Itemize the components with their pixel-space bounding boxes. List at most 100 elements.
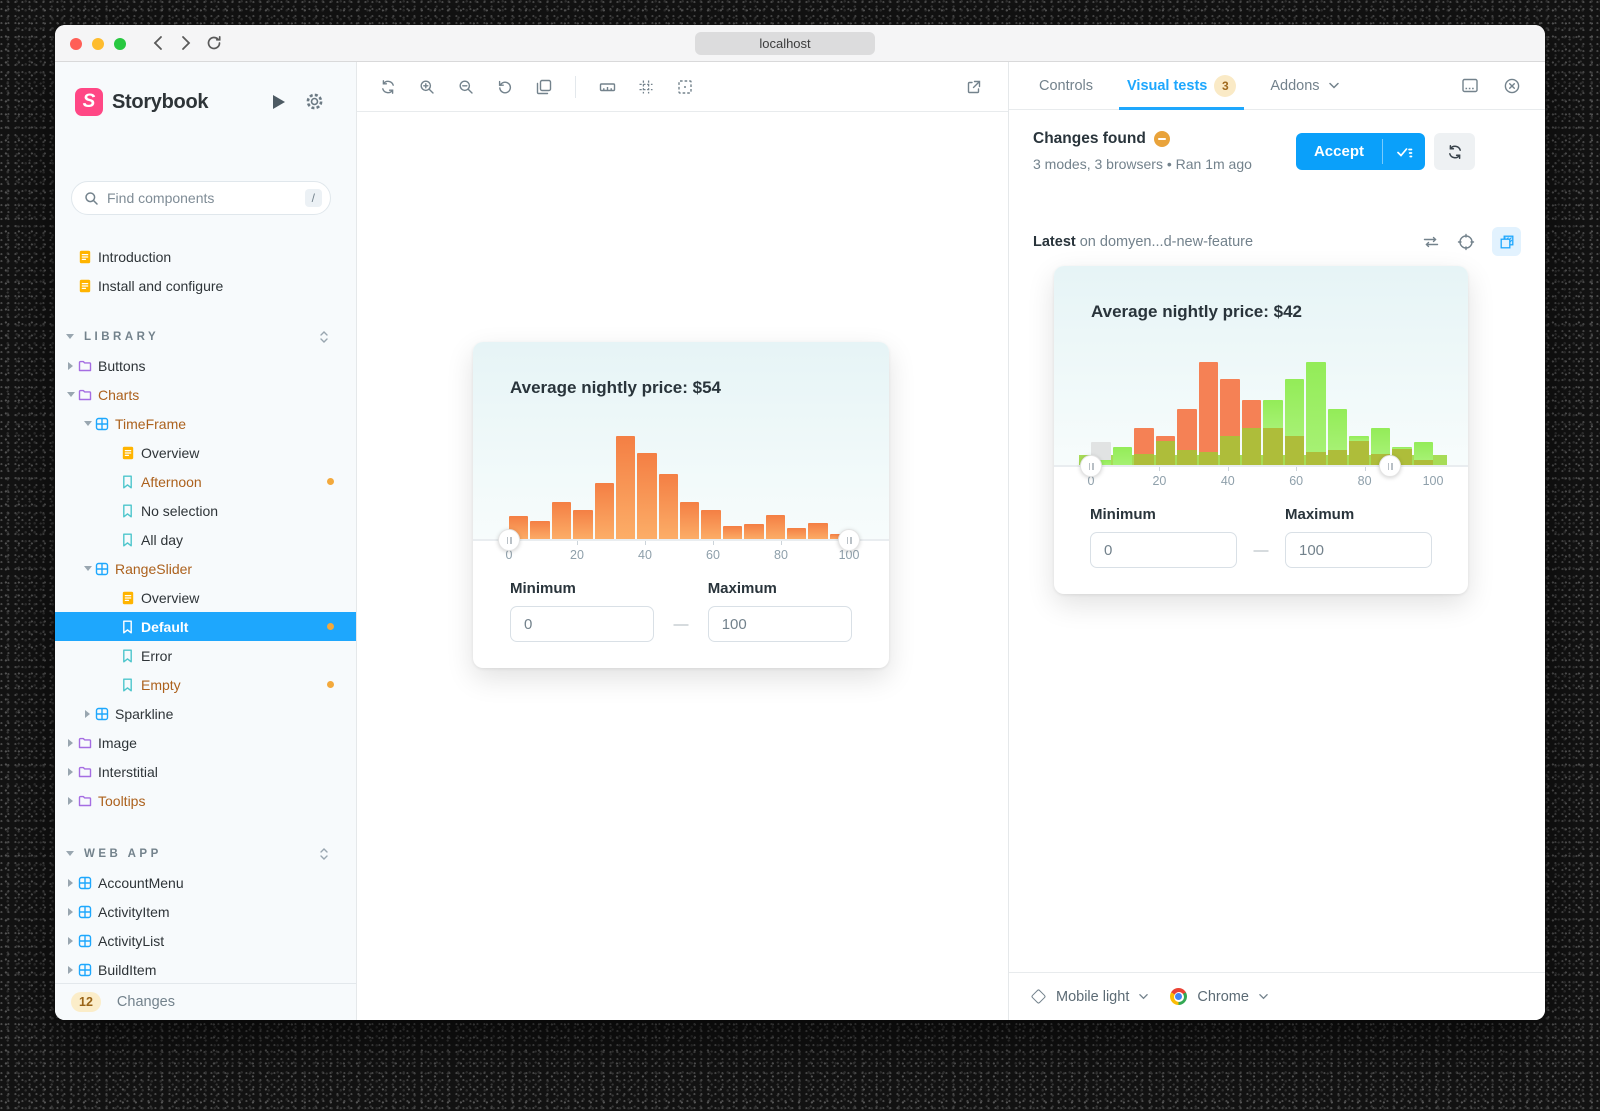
batch-accept-icon[interactable] — [1383, 133, 1425, 170]
minimum-label: Minimum — [510, 580, 576, 597]
zoom-in-icon[interactable] — [419, 79, 435, 95]
search-box[interactable]: / — [71, 181, 331, 215]
sidebar-section-library[interactable]: LIBRARY — [55, 322, 356, 351]
show-diff-icon[interactable] — [1492, 227, 1521, 256]
component-tree: Introduction Install and configure LIBRARY… — [55, 242, 356, 984]
diff-chart-title: Average nightly price: $42 — [1091, 302, 1303, 321]
x-tick-label: 80 — [1357, 474, 1372, 488]
sidebar-item-no-selection[interactable]: No selection — [55, 496, 356, 525]
story-icon — [120, 678, 135, 692]
forward-icon[interactable] — [176, 33, 196, 53]
snapshot-diff-card: Average nightly price: $42 0 20 40 60 80 100 … — [1054, 266, 1468, 594]
sidebar-item-charts[interactable]: Charts — [55, 380, 356, 409]
mode-select[interactable]: Mobile light — [1056, 989, 1129, 1005]
browser-select[interactable]: Chrome — [1197, 989, 1249, 1005]
sidebar-item-introduction[interactable]: Introduction — [55, 242, 356, 271]
tab-addons[interactable]: Addons — [1270, 62, 1339, 110]
collapse-expand-icon[interactable] — [318, 847, 330, 861]
component-icon — [94, 417, 109, 431]
folder-icon — [77, 795, 92, 807]
change-panel-position-icon[interactable] — [1461, 77, 1479, 95]
x-axis: 0 20 40 60 80 100 — [1054, 466, 1468, 492]
sidebar-item-activitylist[interactable]: ActivityList — [55, 926, 356, 955]
close-window-button[interactable] — [70, 38, 82, 50]
sidebar-item-default[interactable]: Default — [55, 612, 356, 641]
back-icon[interactable] — [148, 33, 168, 53]
tab-visual-tests[interactable]: Visual tests 3 — [1118, 62, 1245, 110]
sidebar-item-activityitem[interactable]: ActivityItem — [55, 897, 356, 926]
caret-right-icon — [64, 796, 77, 805]
status-title: Changes found — [1033, 130, 1146, 147]
component-icon — [94, 707, 109, 721]
storybook-brand: S Storybook — [75, 88, 209, 116]
accept-button[interactable]: Accept — [1295, 133, 1425, 170]
sidebar-item-sparkline[interactable]: Sparkline — [55, 699, 356, 728]
caret-down-icon — [81, 566, 94, 571]
sidebar-item-buttons[interactable]: Buttons — [55, 351, 356, 380]
collapse-expand-icon[interactable] — [318, 330, 330, 344]
sidebar-item-afternoon[interactable]: Afternoon — [55, 467, 356, 496]
change-background-icon[interactable] — [536, 79, 552, 95]
diff-histogram-bar — [1220, 379, 1240, 466]
diff-histogram-bar — [1241, 400, 1261, 466]
slider-min-handle[interactable] — [498, 529, 520, 551]
diff-histogram-bar — [1263, 400, 1283, 466]
latest-label: Latest — [1033, 234, 1076, 250]
chart-title: Average nightly price: $54 — [510, 378, 722, 397]
changes-label: Changes — [116, 994, 175, 1010]
minimize-window-button[interactable] — [92, 38, 104, 50]
zoom-window-button[interactable] — [114, 38, 126, 50]
search-input[interactable] — [107, 190, 305, 206]
tab-controls[interactable]: Controls — [1039, 62, 1093, 110]
grid-icon[interactable] — [638, 79, 654, 95]
sidebar: S Storybook / IntroductionInstall and co… — [55, 62, 356, 1020]
switch-comparison-icon[interactable] — [1422, 235, 1440, 249]
panel-tabs: Controls Visual tests 3 Addons — [1009, 62, 1545, 110]
sidebar-section-web-app[interactable]: WEB APP — [55, 839, 356, 868]
panel-footer: Mobile light Chrome — [1009, 972, 1545, 1020]
rerun-tests-button[interactable] — [1434, 133, 1475, 170]
story-icon — [120, 475, 135, 489]
sidebar-footer[interactable]: 12 Changes — [55, 983, 356, 1020]
gear-icon[interactable] — [305, 92, 324, 111]
minimum-input[interactable] — [510, 606, 655, 642]
sidebar-item-all-day[interactable]: All day — [55, 525, 356, 554]
measure-icon[interactable] — [599, 79, 616, 95]
story-card: Average nightly price: $54 0 20 40 60 80 100 … — [473, 342, 889, 668]
sidebar-item-builditem[interactable]: BuildItem — [55, 955, 356, 984]
zoom-out-icon[interactable] — [458, 79, 474, 95]
sidebar-item-timeframe[interactable]: TimeFrame — [55, 409, 356, 438]
open-new-tab-icon[interactable] — [965, 79, 982, 96]
search-icon — [84, 191, 99, 206]
minimum-input — [1090, 532, 1237, 568]
sidebar-item-accountmenu[interactable]: AccountMenu — [55, 868, 356, 897]
sidebar-item-empty[interactable]: Empty — [55, 670, 356, 699]
sidebar-item-image[interactable]: Image — [55, 728, 356, 757]
component-icon — [94, 562, 109, 576]
sidebar-item-tooltips[interactable]: Tooltips — [55, 786, 356, 815]
sidebar-item-interstitial[interactable]: Interstitial — [55, 757, 356, 786]
play-icon[interactable] — [273, 95, 285, 109]
caret-down-icon — [63, 334, 76, 339]
remount-icon[interactable] — [380, 79, 396, 95]
address-bar[interactable]: localhost — [695, 32, 875, 55]
diff-histogram-bar — [1134, 428, 1154, 466]
reset-zoom-icon[interactable] — [497, 79, 513, 95]
sidebar-item-error[interactable]: Error — [55, 641, 356, 670]
sidebar-item-rangeslider[interactable]: RangeSlider — [55, 554, 356, 583]
sidebar-item-install-and-configure[interactable]: Install and configure — [55, 271, 356, 300]
outline-icon[interactable] — [677, 79, 693, 95]
range-separator: — — [673, 616, 689, 633]
reload-icon[interactable] — [204, 33, 224, 53]
x-tick-label: 100 — [1422, 474, 1444, 488]
slider-max-handle[interactable] — [838, 529, 860, 551]
close-panel-icon[interactable] — [1503, 77, 1521, 95]
histogram-bar — [701, 510, 721, 540]
maximum-input — [1285, 532, 1432, 568]
inspect-target-icon[interactable] — [1457, 233, 1475, 251]
sidebar-item-overview[interactable]: Overview — [55, 438, 356, 467]
folder-icon — [77, 389, 92, 401]
sidebar-item-overview[interactable]: Overview — [55, 583, 356, 612]
x-axis: 0 20 40 60 80 100 — [473, 540, 889, 566]
maximum-input[interactable] — [707, 606, 852, 642]
